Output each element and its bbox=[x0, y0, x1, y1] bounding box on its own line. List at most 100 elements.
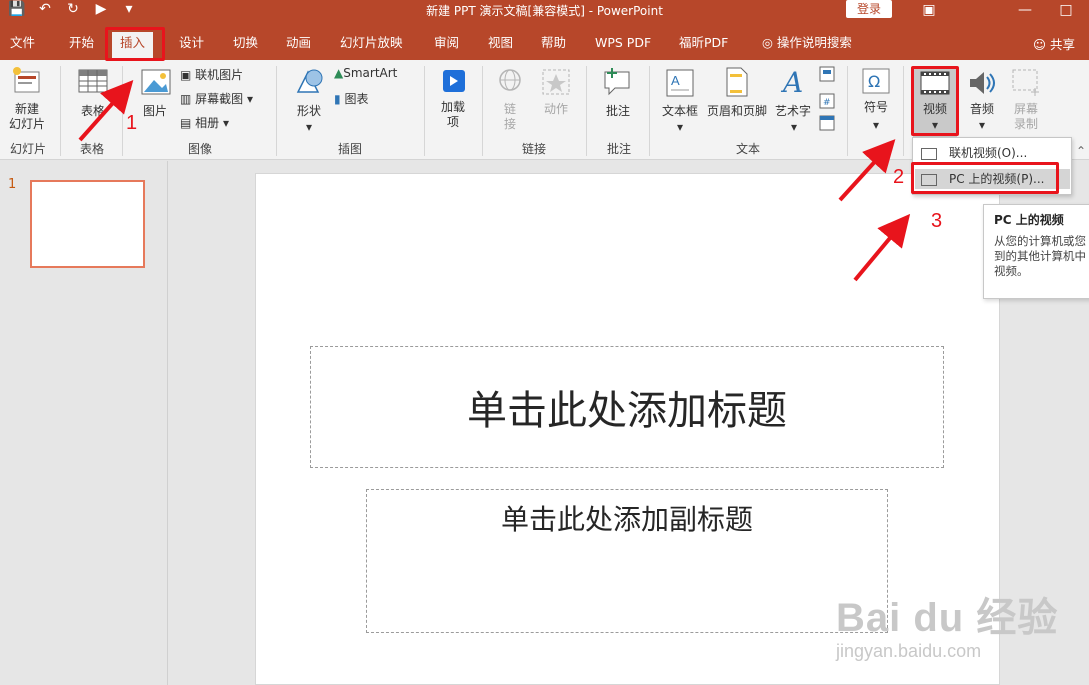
tooltip-line: 从您的计算机或您 bbox=[994, 234, 1086, 248]
group-illustrations-label: 插图 bbox=[337, 142, 362, 156]
shapes-icon[interactable] bbox=[292, 66, 326, 98]
text-small-icons[interactable]: # bbox=[819, 66, 837, 134]
tab-view[interactable]: 视图 bbox=[488, 32, 513, 54]
group-separator bbox=[847, 66, 848, 156]
chevron-down-icon[interactable]: ▾ bbox=[788, 120, 800, 135]
step-number-2: 2 bbox=[893, 166, 905, 188]
collapse-ribbon-icon[interactable]: ⌃ bbox=[1075, 144, 1087, 159]
picture-icon[interactable] bbox=[140, 66, 172, 98]
group-separator bbox=[276, 66, 277, 156]
login-button[interactable]: 登录 bbox=[846, 0, 892, 18]
link-icon bbox=[499, 69, 521, 91]
pc-video-tooltip: PC 上的视频 从您的计算机或您 到的其他计算机中 视频。 bbox=[983, 204, 1089, 299]
globe-picture-icon: ▣ bbox=[180, 68, 192, 82]
annotation-box-video-button bbox=[911, 66, 959, 136]
wordart-icon[interactable]: A bbox=[780, 66, 806, 98]
group-table-label: 表格 bbox=[79, 142, 104, 156]
svg-text:Ω: Ω bbox=[868, 72, 880, 91]
group-text-label: 文本 bbox=[735, 142, 760, 156]
smartart-label: SmartArt bbox=[343, 66, 398, 80]
group-separator bbox=[586, 66, 587, 156]
slide-thumbnail-panel: 1 bbox=[0, 161, 168, 685]
chart-label: 图表 bbox=[344, 92, 369, 106]
tab-transitions[interactable]: 切换 bbox=[233, 32, 258, 54]
online-video-menu-item[interactable]: 联机视频(O)... bbox=[921, 143, 1027, 163]
tooltip-line: 视频。 bbox=[994, 264, 1029, 278]
screenshot-button[interactable]: ▥ 屏幕截图 ▾ bbox=[180, 90, 253, 107]
online-picture-button[interactable]: ▣ 联机图片 bbox=[180, 66, 243, 83]
tab-animations[interactable]: 动画 bbox=[286, 32, 311, 54]
ribbon-display-options-icon[interactable]: ▣ bbox=[906, 0, 952, 22]
annotation-box-insert-tab bbox=[105, 27, 165, 61]
lightbulb-icon: ◎ bbox=[762, 35, 773, 50]
addins-button[interactable]: 加载 项 bbox=[436, 100, 470, 130]
group-image-label: 图像 bbox=[187, 142, 212, 156]
chevron-down-icon[interactable]: ▾ bbox=[870, 118, 882, 133]
subtitle-placeholder[interactable]: 单击此处添加副标题 bbox=[366, 489, 888, 633]
step-number-1: 1 bbox=[126, 112, 138, 134]
tab-home[interactable]: 开始 bbox=[69, 32, 94, 54]
omega-icon[interactable]: Ω bbox=[862, 68, 890, 94]
person-icon: ☺ bbox=[1032, 37, 1046, 52]
audio-button[interactable]: 音频 bbox=[964, 102, 1000, 117]
textbox-button[interactable]: 文本框 bbox=[660, 104, 700, 119]
screenshot-icon: ▥ bbox=[180, 92, 192, 106]
chevron-down-icon[interactable]: ▾ bbox=[302, 120, 316, 135]
online-video-icon bbox=[921, 147, 937, 160]
speaker-icon[interactable] bbox=[967, 68, 997, 98]
title-placeholder[interactable]: 单击此处添加标题 bbox=[310, 346, 944, 468]
smartart-button[interactable]: ▲SmartArt bbox=[334, 66, 397, 80]
svg-text:A: A bbox=[780, 66, 803, 98]
tell-me-search[interactable]: ◎ 操作说明搜索 bbox=[762, 32, 852, 54]
group-separator bbox=[649, 66, 650, 156]
tab-slideshow[interactable]: 幻灯片放映 bbox=[340, 32, 403, 54]
picture-button[interactable]: 图片 bbox=[136, 104, 174, 119]
header-footer-button[interactable]: 页眉和页脚 bbox=[704, 104, 770, 119]
tab-review[interactable]: 审阅 bbox=[434, 32, 459, 54]
tab-file[interactable]: 文件 bbox=[10, 32, 35, 54]
shapes-button[interactable]: 形状 bbox=[292, 104, 326, 119]
new-slide-icon[interactable] bbox=[12, 66, 42, 96]
symbols-button[interactable]: 符号 bbox=[860, 100, 892, 115]
action-icon bbox=[542, 69, 570, 95]
chart-button[interactable]: ▮ 图表 bbox=[334, 90, 368, 107]
screenshot-label: 屏幕截图 bbox=[195, 92, 244, 106]
tab-wps-pdf[interactable]: WPS PDF bbox=[595, 32, 651, 54]
tab-design[interactable]: 设计 bbox=[179, 32, 204, 54]
step-number-3: 3 bbox=[931, 210, 943, 232]
share-button[interactable]: ☺ 共享 bbox=[1033, 34, 1075, 53]
svg-text:#: # bbox=[823, 98, 831, 108]
table-button[interactable]: 表格 bbox=[76, 104, 110, 119]
comment-icon[interactable] bbox=[601, 66, 635, 98]
smartart-icon: ▲ bbox=[334, 66, 344, 80]
chart-icon: ▮ bbox=[334, 92, 341, 106]
album-label: 相册 bbox=[195, 116, 220, 130]
new-slide-button[interactable]: 新建 幻灯片 bbox=[2, 102, 52, 132]
title-bar: 💾 ↶ ↻ ▶ ▾ 新建 PPT 演示文稿[兼容模式] - PowerPoint… bbox=[0, 0, 1089, 22]
table-icon[interactable] bbox=[78, 68, 108, 96]
tab-help[interactable]: 帮助 bbox=[541, 32, 566, 54]
link-button: 链 接 bbox=[503, 102, 516, 131]
group-separator bbox=[482, 66, 483, 156]
annotation-box-pc-video bbox=[911, 162, 1059, 194]
tab-foxit-pdf[interactable]: 福昕PDF bbox=[679, 32, 728, 54]
maximize-button[interactable]: □ bbox=[1043, 0, 1089, 22]
wordart-button[interactable]: 艺术字 bbox=[772, 104, 814, 119]
slide-thumbnail[interactable] bbox=[30, 180, 145, 268]
group-links-label: 链接 bbox=[521, 142, 546, 156]
share-label: 共享 bbox=[1049, 37, 1075, 52]
textbox-icon[interactable]: A bbox=[665, 68, 695, 98]
chevron-down-icon[interactable]: ▾ bbox=[674, 120, 686, 135]
header-footer-icon[interactable] bbox=[724, 66, 750, 98]
baidu-watermark: Bai du 经验 jingyan.baidu.com bbox=[836, 585, 1058, 662]
comment-button[interactable]: 批注 bbox=[600, 104, 636, 119]
album-button[interactable]: ▤ 相册 ▾ bbox=[180, 114, 229, 131]
addins-icon[interactable] bbox=[441, 68, 467, 94]
minimize-button[interactable]: — bbox=[1002, 0, 1048, 22]
group-comments-label: 批注 bbox=[606, 142, 631, 156]
chevron-down-icon: ▾ bbox=[223, 116, 230, 130]
action-button: 动作 bbox=[543, 102, 568, 116]
group-slides-label: 幻灯片 bbox=[9, 142, 46, 156]
screen-recording-button: 屏幕 录制 bbox=[1013, 102, 1038, 131]
chevron-down-icon[interactable]: ▾ bbox=[976, 118, 988, 133]
